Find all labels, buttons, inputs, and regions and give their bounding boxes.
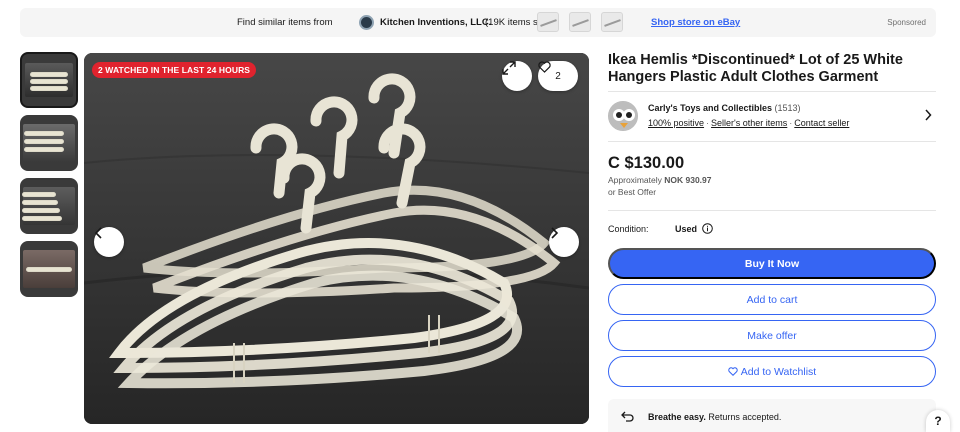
banner-item-thumb[interactable] bbox=[601, 12, 623, 32]
add-to-watchlist-label: Add to Watchlist bbox=[740, 365, 817, 378]
add-to-cart-button[interactable]: Add to cart bbox=[608, 284, 936, 315]
chevron-left-icon bbox=[94, 227, 102, 239]
condition-value: Used bbox=[675, 224, 698, 234]
seller-info: Carly's Toys and Collectibles (1513) 100… bbox=[608, 100, 936, 134]
positive-feedback-link[interactable]: 100% positive bbox=[648, 118, 704, 128]
banner-item-thumb[interactable] bbox=[569, 12, 591, 32]
divider bbox=[608, 210, 936, 211]
seller-other-items-link[interactable]: Seller's other items bbox=[711, 118, 787, 128]
condition-label: Condition: bbox=[608, 224, 649, 234]
thumbnail-2[interactable] bbox=[20, 115, 78, 171]
chevron-right-icon[interactable] bbox=[924, 109, 932, 121]
price: C $130.00 bbox=[608, 154, 685, 172]
sponsored-label: Sponsored bbox=[887, 18, 926, 27]
seller-name[interactable]: Carly's Toys and Collectibles bbox=[648, 103, 772, 113]
best-offer-note: or Best Offer bbox=[608, 187, 657, 197]
banner-item-thumb[interactable] bbox=[537, 12, 559, 32]
returns-bold: Breathe easy. bbox=[648, 412, 706, 422]
contact-seller-link[interactable]: Contact seller bbox=[794, 118, 849, 128]
thumbnail-1[interactable] bbox=[20, 52, 78, 108]
seller-feedback-count: (1513) bbox=[774, 103, 801, 113]
chevron-right-icon bbox=[551, 227, 559, 239]
approx-label: Approximately bbox=[608, 175, 662, 185]
approx-price: Approximately NOK 930.97 bbox=[608, 175, 711, 185]
thumbnail-3[interactable] bbox=[20, 178, 78, 234]
heart-icon bbox=[728, 367, 738, 376]
info-icon[interactable] bbox=[702, 223, 713, 234]
make-offer-button[interactable]: Make offer bbox=[608, 320, 936, 351]
return-arrow-icon bbox=[621, 411, 634, 422]
divider bbox=[608, 91, 936, 92]
listing-title: Ikea Hemlis *Discontinued* Lot of 25 Whi… bbox=[608, 52, 903, 85]
watched-badge: 2 WATCHED IN THE LAST 24 HOURS bbox=[92, 62, 257, 78]
next-image-button[interactable] bbox=[549, 227, 579, 257]
expand-icon bbox=[502, 61, 516, 75]
seller-name-row[interactable]: Carly's Toys and Collectibles (1513) bbox=[648, 103, 801, 113]
seller-avatar[interactable] bbox=[608, 101, 638, 131]
buy-it-now-button[interactable]: Buy It Now bbox=[608, 248, 936, 279]
seller-links: 100% positive · Seller's other items · Conta… bbox=[648, 118, 850, 128]
returns-notice: Breathe easy. Returns accepted. bbox=[608, 399, 936, 432]
returns-text: Breathe easy. Returns accepted. bbox=[648, 412, 781, 422]
watch-count-button[interactable]: 2 bbox=[538, 61, 578, 91]
watch-count: 2 bbox=[555, 70, 561, 82]
sponsored-banner: Find similar items from Kitchen Inventio… bbox=[20, 8, 936, 37]
help-button[interactable]: ? bbox=[926, 410, 950, 432]
divider bbox=[608, 141, 936, 142]
hangers-photo bbox=[84, 53, 589, 424]
banner-find-text: Find similar items from bbox=[237, 17, 333, 28]
add-to-watchlist-button[interactable]: Add to Watchlist bbox=[608, 356, 936, 387]
thumbnail-strip bbox=[20, 52, 78, 304]
shop-store-link[interactable]: Shop store on eBay bbox=[651, 17, 740, 28]
banner-shop-name[interactable]: Kitchen Inventions, LLC. bbox=[380, 17, 491, 28]
approx-value: NOK 930.97 bbox=[664, 175, 712, 185]
heart-icon bbox=[538, 61, 551, 73]
shop-logo[interactable] bbox=[359, 15, 374, 30]
returns-detail: Returns accepted. bbox=[708, 412, 782, 422]
main-product-image[interactable]: 2 WATCHED IN THE LAST 24 HOURS 2 bbox=[84, 53, 589, 424]
thumbnail-4[interactable] bbox=[20, 241, 78, 297]
expand-button[interactable] bbox=[502, 61, 532, 91]
previous-image-button[interactable] bbox=[94, 227, 124, 257]
